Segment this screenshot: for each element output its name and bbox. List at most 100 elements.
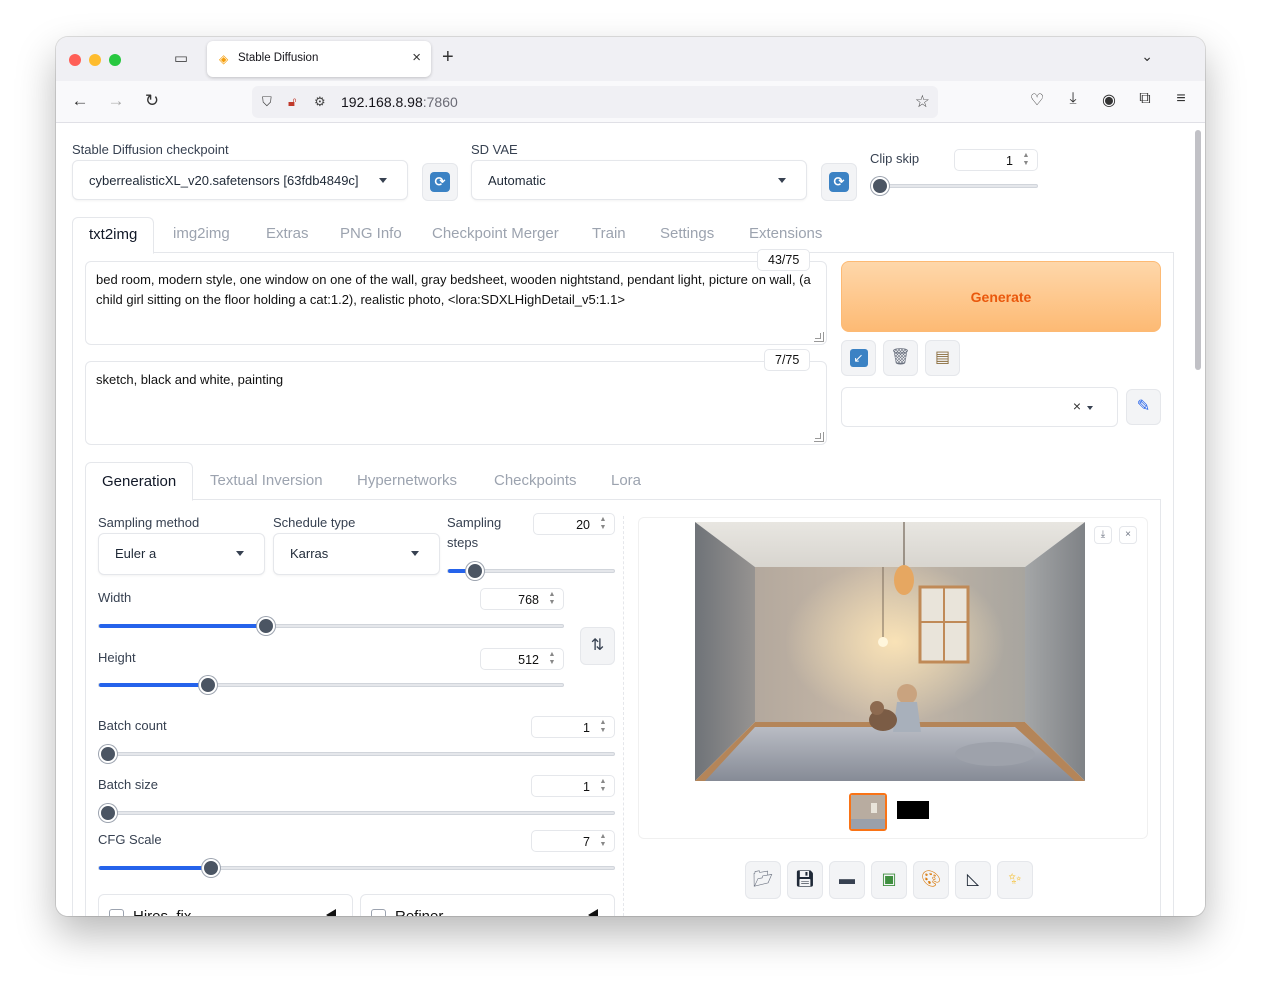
refiner-accordion[interactable]: Refiner <box>360 894 615 916</box>
swap-dimensions-button[interactable]: ⇅ <box>580 627 615 665</box>
scrollbar[interactable] <box>1195 130 1201 370</box>
tab-generation[interactable]: Generation <box>85 462 194 501</box>
width-slider[interactable] <box>98 617 564 635</box>
tab-textual-inversion[interactable]: Textual Inversion <box>210 472 323 489</box>
cfg-scale-slider[interactable] <box>98 859 615 877</box>
collapse-triangle-icon[interactable] <box>588 909 598 916</box>
zoom-window-button[interactable] <box>109 54 121 66</box>
tab-extensions[interactable]: Extensions <box>749 225 822 242</box>
save-button[interactable]: 💾︎ <box>787 861 823 899</box>
height-slider[interactable] <box>98 676 564 694</box>
schedule-type-dropdown[interactable]: Karras <box>273 533 440 575</box>
sparkle-button[interactable]: ✨︎ <box>997 861 1033 899</box>
close-tab-icon[interactable]: × <box>412 49 421 66</box>
tab-list-icon[interactable]: ▭ <box>172 51 190 67</box>
paste-params-button[interactable]: ↙ <box>841 340 876 376</box>
slider-knob[interactable] <box>202 859 220 877</box>
account-icon[interactable]: ◉ <box>1098 90 1120 110</box>
batch-size-slider[interactable] <box>98 804 615 822</box>
batch-count-input[interactable]: 1 ▲ ▼ <box>531 716 615 738</box>
bookmark-star-icon[interactable]: ☆ <box>915 92 930 112</box>
shield-icon[interactable]: ⛉ <box>262 94 272 110</box>
checkpoint-dropdown[interactable]: cyberrealisticXL_v20.safetensors [63fdb4… <box>72 160 408 200</box>
slider-knob[interactable] <box>99 745 117 763</box>
sampling-steps-slider[interactable] <box>447 562 615 580</box>
resize-handle-icon[interactable] <box>814 332 824 342</box>
apply-style-button[interactable]: ▤ <box>925 340 960 376</box>
url-text[interactable]: 192.168.8.98:7860 <box>341 94 458 110</box>
hires-fix-accordion[interactable]: Hires. fix <box>98 894 353 916</box>
spinner-icon[interactable]: ▲ ▼ <box>546 651 558 667</box>
clear-icon[interactable]: × <box>1073 398 1081 414</box>
tab-settings[interactable]: Settings <box>660 225 714 242</box>
spinner-icon[interactable]: ▲ ▼ <box>597 516 609 532</box>
negative-prompt-textarea[interactable]: sketch, black and white, painting <box>85 361 827 445</box>
gallery-thumbnail[interactable] <box>896 793 934 831</box>
cfg-scale-input[interactable]: 7 ▲ ▼ <box>531 830 615 852</box>
batch-count-slider[interactable] <box>98 745 615 763</box>
tab-lora[interactable]: Lora <box>611 472 641 489</box>
pocket-icon[interactable]: ♡ <box>1026 90 1048 110</box>
send-to-extras-button[interactable]: ◺ <box>955 861 991 899</box>
url-bar[interactable]: ⛉ 🔓︎ ⚙ 192.168.8.98:7860 ☆ <box>252 86 938 118</box>
spinner-icon[interactable]: ▲ ▼ <box>597 719 609 735</box>
download-icon[interactable]: ⤓ <box>1062 90 1084 108</box>
send-to-img2img-button[interactable]: ▣ <box>871 861 907 899</box>
tab-train[interactable]: Train <box>592 225 626 242</box>
edit-styles-button[interactable]: ✎ <box>1126 389 1161 425</box>
open-folder-button[interactable]: 📂︎ <box>745 861 781 899</box>
generate-button[interactable]: Generate <box>841 261 1161 332</box>
forward-icon[interactable]: → <box>105 91 127 111</box>
refresh-checkpoint-button[interactable]: ⟳ <box>422 163 458 201</box>
tab-extras[interactable]: Extras <box>266 225 309 242</box>
collapse-triangle-icon[interactable] <box>326 909 336 916</box>
tab-checkpoints[interactable]: Checkpoints <box>494 472 577 489</box>
vae-dropdown[interactable]: Automatic <box>471 160 807 200</box>
refiner-checkbox[interactable] <box>371 909 386 916</box>
height-input[interactable]: 512 ▲ ▼ <box>480 648 564 670</box>
spinner-icon[interactable]: ▲ ▼ <box>597 833 609 849</box>
gallery-thumbnail-selected[interactable] <box>849 793 887 831</box>
close-window-button[interactable] <box>69 54 81 66</box>
close-gallery-icon[interactable]: × <box>1119 526 1137 544</box>
slider-knob[interactable] <box>871 177 889 195</box>
menu-icon[interactable]: ≡ <box>1170 90 1192 108</box>
clip-skip-slider[interactable] <box>871 177 1038 195</box>
styles-dropdown[interactable]: × <box>841 387 1118 427</box>
sampling-method-dropdown[interactable]: Euler a <box>98 533 265 575</box>
tab-checkpoint-merger[interactable]: Checkpoint Merger <box>432 225 559 242</box>
back-icon[interactable]: ← <box>69 91 91 111</box>
refresh-vae-button[interactable]: ⟳ <box>821 163 857 201</box>
reload-icon[interactable]: ↻ <box>141 91 163 111</box>
width-input[interactable]: 768 ▲ ▼ <box>480 588 564 610</box>
extensions-icon[interactable]: ⧉ <box>1134 90 1156 108</box>
clip-skip-input[interactable]: 1 ▲ ▼ <box>954 149 1038 171</box>
tab-hypernetworks[interactable]: Hypernetworks <box>357 472 457 489</box>
slider-knob[interactable] <box>466 562 484 580</box>
sampling-steps-input[interactable]: 20 ▲ ▼ <box>533 513 615 535</box>
minimize-window-button[interactable] <box>89 54 101 66</box>
resize-handle-icon[interactable] <box>814 432 824 442</box>
permissions-icon[interactable]: ⚙ <box>314 94 326 110</box>
slider-knob[interactable] <box>99 804 117 822</box>
slider-knob[interactable] <box>199 676 217 694</box>
download-image-icon[interactable]: ⤓ <box>1094 526 1112 544</box>
insecure-lock-icon[interactable]: 🔓︎ <box>288 94 296 110</box>
tab-img2img[interactable]: img2img <box>173 225 230 242</box>
zip-button[interactable]: ▬ <box>829 861 865 899</box>
spinner-icon[interactable]: ▲ ▼ <box>1020 152 1032 168</box>
browser-tab-active[interactable]: ◈ Stable Diffusion × <box>207 41 431 77</box>
send-to-inpaint-button[interactable]: 🎨︎ <box>913 861 949 899</box>
slider-knob[interactable] <box>257 617 275 635</box>
spinner-icon[interactable]: ▲ ▼ <box>546 591 558 607</box>
tab-png-info[interactable]: PNG Info <box>340 225 402 242</box>
positive-prompt-textarea[interactable]: bed room, modern style, one window on on… <box>85 261 827 345</box>
generated-image[interactable] <box>695 522 1085 781</box>
new-tab-icon[interactable]: + <box>442 46 454 69</box>
hires-fix-checkbox[interactable] <box>109 909 124 916</box>
batch-size-input[interactable]: 1 ▲ ▼ <box>531 775 615 797</box>
chevron-down-icon[interactable]: ⌄ <box>1141 48 1153 65</box>
tab-txt2img[interactable]: txt2img <box>72 217 155 254</box>
clear-prompt-button[interactable]: 🗑︎ <box>883 340 918 376</box>
spinner-icon[interactable]: ▲ ▼ <box>597 778 609 794</box>
